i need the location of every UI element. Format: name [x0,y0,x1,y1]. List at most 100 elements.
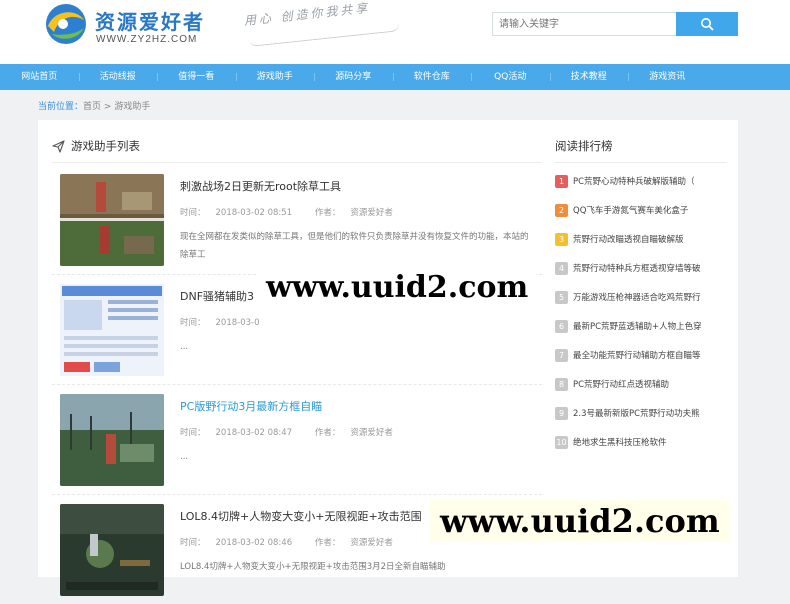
time-label: 时间： [180,428,206,438]
rank-badge: 9 [555,406,568,420]
time-label: 时间： [180,538,206,548]
article-meta: 时间： 2018-03-02 08:46 作者： 资源爱好者 [180,536,413,548]
time-value: 2018-03-02 08:47 [215,428,293,438]
watermark-text: www.uuid2.com [258,268,537,307]
article-meta: 时间： 2018-03-02 08:47 作者： 资源爱好者 [180,426,413,438]
article-thumbnail[interactable] [60,284,164,376]
time-label: 时间： [180,318,206,328]
rank-badge: 5 [555,290,568,304]
breadcrumb-current[interactable]: 游戏助手 [114,102,150,112]
rank-link[interactable]: 荒野行动改瞄透视自瞄破解版 [573,233,725,245]
rank-badge: 2 [555,203,568,217]
nav-item-qq-activity[interactable]: QQ活动 [471,64,550,90]
ranking-title: 阅读排行榜 [555,139,613,153]
article-time: 时间： 2018-03-02 08:46 [180,538,302,548]
article-item: PC版野行动3月最新方框自瞄 时间： 2018-03-02 08:47 作者： 资源… [52,384,542,495]
site-logo-domain: WWW.ZY2HZ.COM [96,34,198,45]
article-item: 刺激战场2日更新无root除草工具 时间： 2018-03-02 08:51 作者… [52,164,542,275]
nav-item-game-news[interactable]: 游戏资讯 [628,64,707,90]
rank-link[interactable]: PC荒野行动红点透视辅助 [573,378,725,390]
article-title[interactable]: 刺激战场2日更新无root除草工具 [180,178,341,194]
list-title: 游戏助手列表 [71,139,140,153]
rank-badge: 3 [555,232,568,246]
site-header: 资源爱好者 WWW.ZY2HZ.COM 用心 创造你我共享 [0,0,790,64]
site-logo-title[interactable]: 资源爱好者 [95,6,205,35]
ranking-item[interactable]: 5 万能游戏压枪神器适合吃鸡荒野行 [555,287,727,307]
logo-icon[interactable] [42,2,90,46]
article-meta: 时间： 2018-03-02 08:51 作者： 资源爱好者 [180,206,413,218]
author-label: 作者： [314,208,341,218]
time-value: 2018-03-02 08:46 [215,538,293,548]
rank-badge: 10 [555,435,568,449]
search-icon [701,18,714,31]
article-title[interactable]: LOL8.4切牌+人物变大变小+无限视距+攻击范围 [180,508,422,524]
nav-item-deals[interactable]: 活动线报 [78,64,158,90]
site-slogan: 用心 创造你我共享 [243,0,371,28]
author-label: 作者： [314,428,341,438]
watermark-text: www.uuid2.com [430,500,730,542]
article-title[interactable]: PC版野行动3月最新方框自瞄 [180,398,322,414]
ranking-item[interactable]: 6 最新PC荒野蓝透辅助+人物上色穿 [555,316,727,336]
ranking-item[interactable]: 3 荒野行动改瞄透视自瞄破解版 [555,229,727,249]
rank-link[interactable]: 2.3号最新新版PC荒野行动功夫熊 [573,407,725,419]
article-author: 作者： 资源爱好者 [315,538,403,548]
rank-link[interactable]: QQ飞车手游氮气赛车美化盒子 [573,204,725,216]
author-label: 作者： [314,538,341,548]
author-value[interactable]: 资源爱好者 [350,208,393,218]
rank-badge: 7 [555,348,568,362]
rank-link[interactable]: 绝地求生黑科技压枪软件 [573,436,725,448]
author-value[interactable]: 资源爱好者 [350,538,393,548]
article-author: 作者： 资源爱好者 [315,428,403,438]
ranking-item[interactable]: 9 2.3号最新新版PC荒野行动功夫熊 [555,403,727,423]
rank-link[interactable]: PC荒野心动特种兵破解版辅助（ [573,175,725,187]
article-description: ... [180,452,189,462]
article-author: 作者： 资源爱好者 [315,208,403,218]
ranking-item[interactable]: 10 绝地求生黑科技压枪软件 [555,432,727,452]
paper-plane-icon [52,139,65,153]
article-description: LOL8.4切牌+人物变大变小+无限视距+攻击范围3月2日全新自瞄辅助 [180,562,446,572]
ranking-item[interactable]: 7 最全功能荒野行动辅助方框自瞄等 [555,345,727,365]
rank-badge: 4 [555,261,568,275]
nav-item-worth-seeing[interactable]: 值得一看 [157,64,236,90]
article-time: 时间： 2018-03-02 08:47 [180,428,302,438]
rank-badge: 1 [555,174,568,188]
nav-item-source-code[interactable]: 源码分享 [314,64,393,90]
rank-link[interactable]: 万能游戏压枪神器适合吃鸡荒野行 [573,291,725,303]
nav-item-tutorials[interactable]: 技术教程 [549,64,629,90]
main-nav: 网站首页 活动线报 值得一看 游戏助手 源码分享 软件仓库 QQ活动 技术教程 … [0,64,790,90]
article-description: 现在全网都在发类似的除草工具，但是他们的软件只负责除草并没有恢复文件的功能，本站… [180,232,529,260]
list-heading: 游戏助手列表 [52,138,140,154]
nav-item-game-helper[interactable]: 游戏助手 [235,64,315,90]
search-button[interactable] [676,12,738,36]
ranking-item[interactable]: 1 PC荒野心动特种兵破解版辅助（ [555,171,727,191]
time-value: 2018-03-0 [215,318,260,328]
article-thumbnail[interactable] [60,174,164,266]
article-description: ... [180,342,189,352]
article-time: 时间： 2018-03-02 08:51 [180,208,302,218]
breadcrumb-home[interactable]: 首页 [83,102,101,112]
nav-item-home[interactable]: 网站首页 [0,64,79,90]
author-value[interactable]: 资源爱好者 [350,428,393,438]
rank-link[interactable]: 最全功能荒野行动辅助方框自瞄等 [573,349,725,361]
rank-badge: 6 [555,319,568,333]
ranking-item[interactable]: 2 QQ飞车手游氮气赛车美化盒子 [555,200,727,220]
breadcrumb-label: 当前位置： [38,102,84,112]
article-meta: 时间： 2018-03-0 [180,316,280,328]
search-input[interactable] [492,12,681,36]
ranking-item[interactable]: 4 荒野行动特种兵方框透视穿墙等破 [555,258,727,278]
rank-link[interactable]: 最新PC荒野蓝透辅助+人物上色穿 [573,320,725,332]
article-thumbnail[interactable] [60,394,164,486]
article-title[interactable]: DNF骚猪辅助3 [180,288,254,304]
ranking-divider [555,162,727,163]
article-thumbnail[interactable] [60,504,164,596]
breadcrumb: 当前位置：首页 > 游戏助手 [38,99,150,112]
rank-link[interactable]: 荒野行动特种兵方框透视穿墙等破 [573,262,725,274]
time-value: 2018-03-02 08:51 [215,208,293,218]
ranking-item[interactable]: 8 PC荒野行动红点透视辅助 [555,374,727,394]
article-time: 时间： 2018-03-0 [180,318,270,328]
time-label: 时间： [180,208,206,218]
list-divider [52,162,542,163]
breadcrumb-separator: > [103,102,112,112]
rank-badge: 8 [555,377,568,391]
nav-item-software[interactable]: 软件仓库 [392,64,472,90]
